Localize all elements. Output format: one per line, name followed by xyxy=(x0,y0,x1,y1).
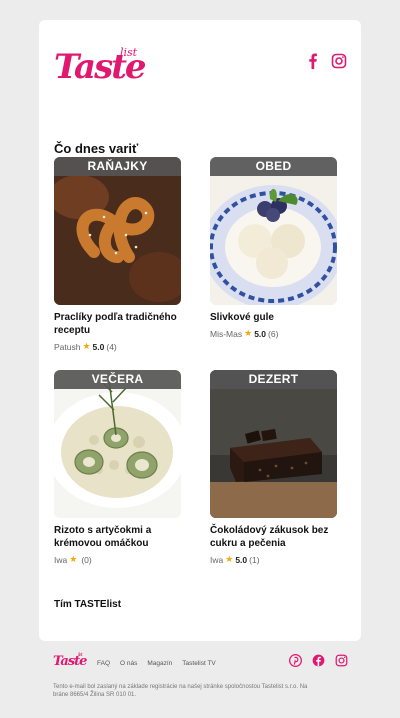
recipe-meta: Mis-Mas ★ 5.0 (6) xyxy=(210,328,337,339)
recipe-author: Iwa xyxy=(210,554,224,565)
recipe-image[interactable]: DEZERT xyxy=(210,370,337,518)
recipe-author: Patush xyxy=(54,341,81,352)
recipe-rating-count: (0) xyxy=(81,554,92,565)
recipe-title[interactable]: Rizoto s artyčokmi a krémovou omáčkou xyxy=(54,524,181,550)
recipe-rating-count: (4) xyxy=(106,341,117,352)
recipe-title[interactable]: Čokoládový zákusok bez cukru a pečenia xyxy=(210,524,337,550)
recipe-author: Iwa xyxy=(54,554,68,565)
footer-logo-sub: list xyxy=(78,652,83,658)
star-icon: ★ xyxy=(69,554,78,564)
facebook-icon[interactable] xyxy=(312,654,325,667)
email-card: Taste list Čo dnes variť RAŇAJKY Praclík… xyxy=(39,20,361,641)
recipe-category: VEČERA xyxy=(54,370,181,389)
recipe-rating: 5.0 xyxy=(92,341,105,352)
recipe-author: Mis-Mas xyxy=(210,328,243,339)
footer-links: FAQ O nás Magazín Tastelist TV xyxy=(97,660,216,667)
recipe-rating: 5.0 xyxy=(235,554,248,565)
footer-legal-text: Tento e-mail bol zaslaný na základe regi… xyxy=(53,684,308,698)
footer-link-about[interactable]: O nás xyxy=(120,660,137,667)
facebook-icon[interactable] xyxy=(305,53,321,69)
recipe-meta: Patush ★ 5.0 (4) xyxy=(54,341,181,352)
dumplings-photo xyxy=(210,157,337,305)
pinterest-icon[interactable] xyxy=(289,654,302,667)
recipe-title[interactable]: Praclíky podľa tradičného receptu xyxy=(54,311,181,337)
footer-link-faq[interactable]: FAQ xyxy=(97,660,110,667)
footer-link-tv[interactable]: Tastelist TV xyxy=(182,660,215,667)
instagram-icon[interactable] xyxy=(335,654,348,667)
recipe-card[interactable]: VEČERA Rizoto s artyčokmi a krémovou omá… xyxy=(54,370,181,565)
instagram-icon[interactable] xyxy=(331,53,347,69)
signoff: Tím TASTElist xyxy=(54,599,122,610)
risotto-photo xyxy=(54,370,181,518)
recipe-category: DEZERT xyxy=(210,370,337,389)
recipe-image[interactable]: RAŇAJKY xyxy=(54,157,181,305)
pretzel-photo xyxy=(54,157,181,305)
star-icon: ★ xyxy=(244,328,253,338)
recipe-rating-count: (6) xyxy=(268,328,279,339)
recipe-card[interactable]: OBED Slivkové gule Mis-Mas ★ 5.0 (6) xyxy=(210,157,337,339)
recipe-image[interactable]: VEČERA xyxy=(54,370,181,518)
header-social xyxy=(305,53,347,69)
recipe-meta: Iwa ★ 5.0 (1) xyxy=(210,554,337,565)
logo-sub-text: list xyxy=(120,46,138,59)
recipe-title[interactable]: Slivkové gule xyxy=(210,311,337,324)
recipe-rating: 5.0 xyxy=(254,328,267,339)
recipe-card[interactable]: RAŇAJKY Praclíky podľa tradičného recept… xyxy=(54,157,181,352)
recipe-image[interactable]: OBED xyxy=(210,157,337,305)
footer-logo[interactable]: Taste list xyxy=(53,652,87,669)
footer-social xyxy=(289,654,348,667)
recipe-meta: Iwa ★ (0) xyxy=(54,554,181,565)
recipe-category: RAŇAJKY xyxy=(54,157,181,176)
tastelist-logo[interactable]: Taste list xyxy=(54,46,147,86)
chocolate-cake-photo xyxy=(210,370,337,518)
star-icon: ★ xyxy=(82,341,91,351)
recipe-category: OBED xyxy=(210,157,337,176)
star-icon: ★ xyxy=(225,554,234,564)
section-heading: Čo dnes variť xyxy=(54,141,139,156)
footer-link-magazine[interactable]: Magazín xyxy=(147,660,172,667)
recipe-rating-count: (1) xyxy=(249,554,260,565)
recipe-card[interactable]: DEZERT Čokoládový zákusok bez cukru a pe… xyxy=(210,370,337,565)
